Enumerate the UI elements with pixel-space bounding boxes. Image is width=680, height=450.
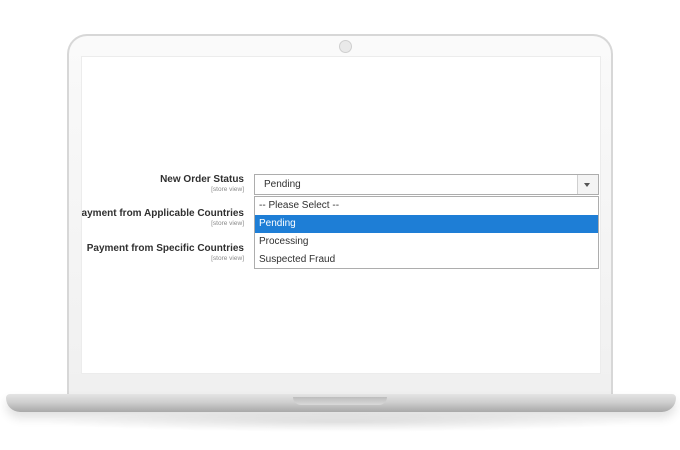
dropdown-option-pending[interactable]: Pending — [255, 215, 598, 233]
dropdown-option-suspected-fraud[interactable]: Suspected Fraud — [255, 251, 598, 269]
laptop-base-notch — [293, 397, 387, 405]
laptop-screen: New Order Status [store view] Payment fr… — [81, 56, 601, 374]
field-scope-new-order-status: [store view] — [211, 186, 244, 193]
dropdown-option-processing[interactable]: Processing — [255, 233, 598, 251]
order-status-select[interactable]: Pending — [254, 174, 599, 195]
field-label-applicable-countries: Payment from Applicable Countries — [81, 208, 244, 219]
camera-icon — [339, 40, 352, 53]
order-status-select-value: Pending — [264, 179, 301, 190]
field-scope-applicable-countries: [store view] — [211, 220, 244, 227]
laptop-bezel — [69, 374, 611, 396]
laptop-shadow — [40, 412, 640, 432]
field-label-block: New Order Status [store view] — [82, 174, 244, 194]
field-label-new-order-status: New Order Status — [160, 174, 244, 185]
dropdown-option-please-select[interactable]: -- Please Select -- — [255, 197, 598, 215]
field-label-block: Payment from Specific Countries [store v… — [82, 243, 244, 263]
field-label-block: Payment from Applicable Countries [store… — [81, 208, 244, 228]
field-label-specific-countries: Payment from Specific Countries — [86, 243, 244, 254]
field-scope-specific-countries: [store view] — [211, 255, 244, 262]
order-status-dropdown: -- Please Select -- Pending Processing S… — [254, 196, 599, 269]
chevron-down-icon[interactable] — [577, 175, 598, 194]
